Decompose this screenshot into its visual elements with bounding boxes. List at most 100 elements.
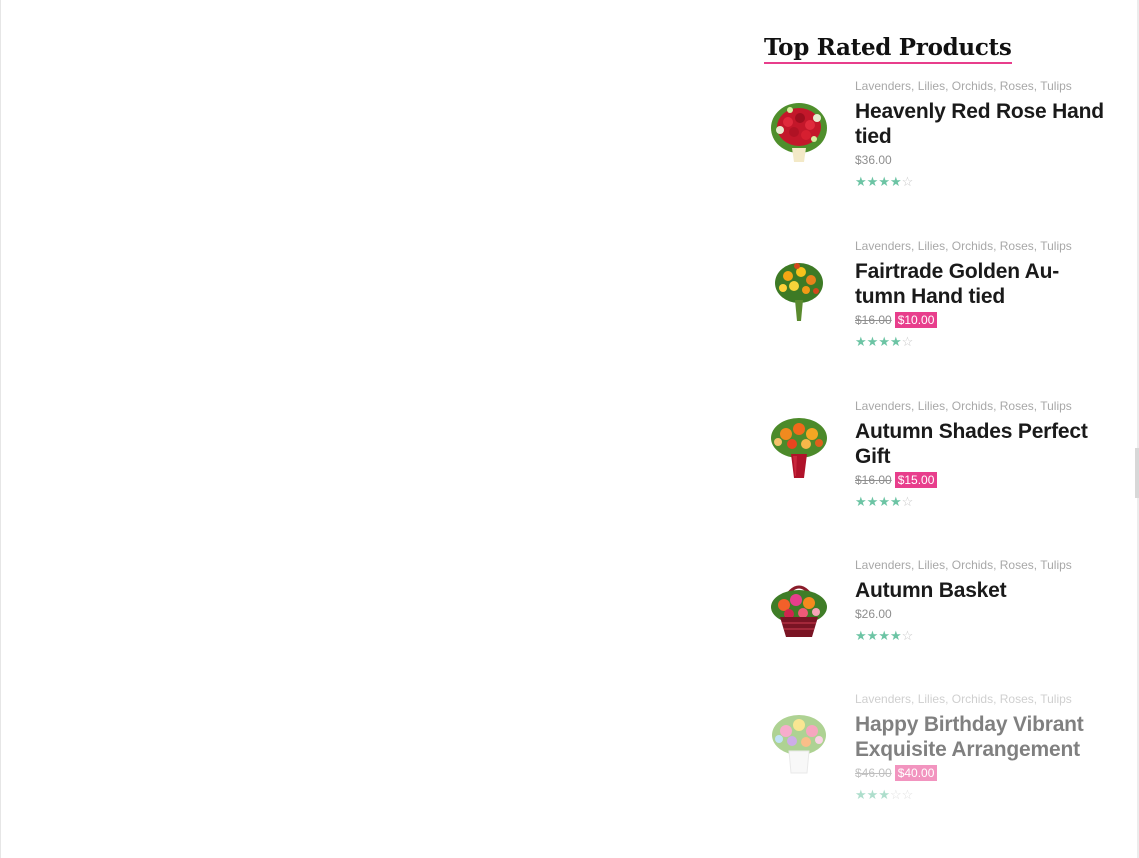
star-filled-icon: ★ xyxy=(878,174,890,189)
product-title-link[interactable]: Autumn Basket xyxy=(855,578,1105,603)
star-empty-icon: ☆ xyxy=(901,334,914,349)
product-item: Lavenders, Lilies, Orchids, Roses, Tulip… xyxy=(764,691,1104,821)
product-item: Lavenders, Lilies, Orchids, Roses, Tulip… xyxy=(764,238,1104,368)
star-filled-icon: ★ xyxy=(866,628,879,643)
category-separator: , xyxy=(945,692,952,706)
widget-title: Top Rated Products xyxy=(764,34,1012,64)
category-link[interactable]: Lavenders xyxy=(855,692,911,706)
product-title-link[interactable]: Autumn Shades Perfect Gift xyxy=(855,419,1105,469)
category-link[interactable]: Tulips xyxy=(1040,558,1072,572)
sale-price-badge: $10.00 xyxy=(894,312,938,328)
star-rating: ★★★★☆ xyxy=(855,629,1105,642)
category-separator: , xyxy=(993,79,1000,93)
star-filled-icon: ★ xyxy=(866,787,879,802)
category-separator: , xyxy=(993,558,1000,572)
flower-basket-image[interactable] xyxy=(768,573,830,639)
category-link[interactable]: Lavenders xyxy=(855,558,911,572)
category-separator: , xyxy=(911,399,918,413)
star-filled-icon: ★ xyxy=(889,174,902,189)
product-item: Lavenders, Lilies, Orchids, Roses, Tulip… xyxy=(764,398,1104,528)
category-separator: , xyxy=(911,692,918,706)
regular-price: $16.00 xyxy=(855,473,892,487)
price-amount: $36.00 xyxy=(855,153,892,167)
star-filled-icon: ★ xyxy=(878,334,890,349)
product-price: $26.00 xyxy=(855,606,1105,622)
star-rating: ★★★★☆ xyxy=(855,495,1105,508)
product-price: $36.00 xyxy=(855,152,1105,168)
category-link[interactable]: Orchids xyxy=(952,692,993,706)
star-filled-icon: ★ xyxy=(889,494,902,509)
left-page-border xyxy=(0,0,1,858)
sale-price-badge: $40.00 xyxy=(894,765,938,781)
category-separator: , xyxy=(911,239,918,253)
category-link[interactable]: Lilies xyxy=(918,239,945,253)
category-link[interactable]: Roses xyxy=(1000,239,1034,253)
star-filled-icon: ★ xyxy=(855,787,867,802)
category-link[interactable]: Lilies xyxy=(918,79,945,93)
category-link[interactable]: Lavenders xyxy=(855,79,911,93)
category-link[interactable]: Orchids xyxy=(952,239,993,253)
product-categories: Lavenders, Lilies, Orchids, Roses, Tulip… xyxy=(855,691,1105,707)
product-info: Lavenders, Lilies, Orchids, Roses, Tulip… xyxy=(855,557,1105,642)
category-link[interactable]: Roses xyxy=(1000,692,1034,706)
star-filled-icon: ★ xyxy=(855,174,867,189)
star-filled-icon: ★ xyxy=(855,494,867,509)
product-categories: Lavenders, Lilies, Orchids, Roses, Tulip… xyxy=(855,398,1105,414)
category-link[interactable]: Lavenders xyxy=(855,399,911,413)
category-link[interactable]: Tulips xyxy=(1040,692,1072,706)
category-separator: , xyxy=(993,692,1000,706)
product-info: Lavenders, Lilies, Orchids, Roses, Tulip… xyxy=(855,398,1105,508)
category-link[interactable]: Lilies xyxy=(918,692,945,706)
category-link[interactable]: Tulips xyxy=(1040,399,1072,413)
product-info: Lavenders, Lilies, Orchids, Roses, Tulip… xyxy=(855,691,1105,801)
star-rating: ★★★☆☆ xyxy=(855,788,1105,801)
product-categories: Lavenders, Lilies, Orchids, Roses, Tulip… xyxy=(855,78,1105,94)
category-link[interactable]: Roses xyxy=(1000,79,1034,93)
regular-price: $16.00 xyxy=(855,313,892,327)
product-info: Lavenders, Lilies, Orchids, Roses, Tulip… xyxy=(855,78,1105,188)
star-filled-icon: ★ xyxy=(878,787,890,802)
category-link[interactable]: Lilies xyxy=(918,399,945,413)
product-price: $16.00 $15.00 xyxy=(855,472,1105,488)
category-link[interactable]: Roses xyxy=(1000,399,1034,413)
star-filled-icon: ★ xyxy=(866,494,879,509)
birthday-arrangement-image[interactable] xyxy=(768,709,830,775)
category-link[interactable]: Lavenders xyxy=(855,239,911,253)
product-title-link[interactable]: Heavenly Red Rose Hand tied xyxy=(855,99,1105,149)
star-filled-icon: ★ xyxy=(889,334,902,349)
category-link[interactable]: Orchids xyxy=(952,79,993,93)
autumn-vase-image[interactable] xyxy=(768,414,830,480)
product-item: Lavenders, Lilies, Orchids, Roses, Tulip… xyxy=(764,557,1104,687)
category-separator: , xyxy=(945,79,952,93)
category-separator: , xyxy=(911,558,918,572)
price-amount: $26.00 xyxy=(855,607,892,621)
category-link[interactable]: Lilies xyxy=(918,558,945,572)
product-title-link[interactable]: Fairtrade Golden Au-tumn Hand tied xyxy=(855,259,1105,309)
category-link[interactable]: Tulips xyxy=(1040,79,1072,93)
product-price: $16.00 $10.00 xyxy=(855,312,1105,328)
category-link[interactable]: Orchids xyxy=(952,558,993,572)
top-rated-products-widget: Top Rated Products Lavenders, Lilies, Or… xyxy=(764,34,1104,801)
star-rating: ★★★★☆ xyxy=(855,175,1105,188)
sale-price-badge: $15.00 xyxy=(894,472,938,488)
star-empty-icon: ☆ xyxy=(901,628,914,643)
star-filled-icon: ★ xyxy=(878,494,890,509)
golden-bouquet-image[interactable] xyxy=(768,258,830,324)
product-item: Lavenders, Lilies, Orchids, Roses, Tulip… xyxy=(764,78,1104,208)
category-separator: , xyxy=(945,558,952,572)
red-rose-bouquet-image[interactable] xyxy=(768,98,830,164)
category-link[interactable]: Tulips xyxy=(1040,239,1072,253)
scrollbar-thumb[interactable] xyxy=(1135,448,1139,498)
category-separator: , xyxy=(993,239,1000,253)
product-info: Lavenders, Lilies, Orchids, Roses, Tulip… xyxy=(855,238,1105,348)
product-title-link[interactable]: Happy Birthday Vibrant Exquisite Arrange… xyxy=(855,712,1105,762)
product-categories: Lavenders, Lilies, Orchids, Roses, Tulip… xyxy=(855,557,1105,573)
star-empty-icon: ☆ xyxy=(901,494,914,509)
category-separator: , xyxy=(945,399,952,413)
star-filled-icon: ★ xyxy=(855,334,867,349)
category-separator: , xyxy=(993,399,1000,413)
product-price: $46.00 $40.00 xyxy=(855,765,1105,781)
star-rating: ★★★★☆ xyxy=(855,335,1105,348)
category-link[interactable]: Roses xyxy=(1000,558,1034,572)
category-link[interactable]: Orchids xyxy=(952,399,993,413)
